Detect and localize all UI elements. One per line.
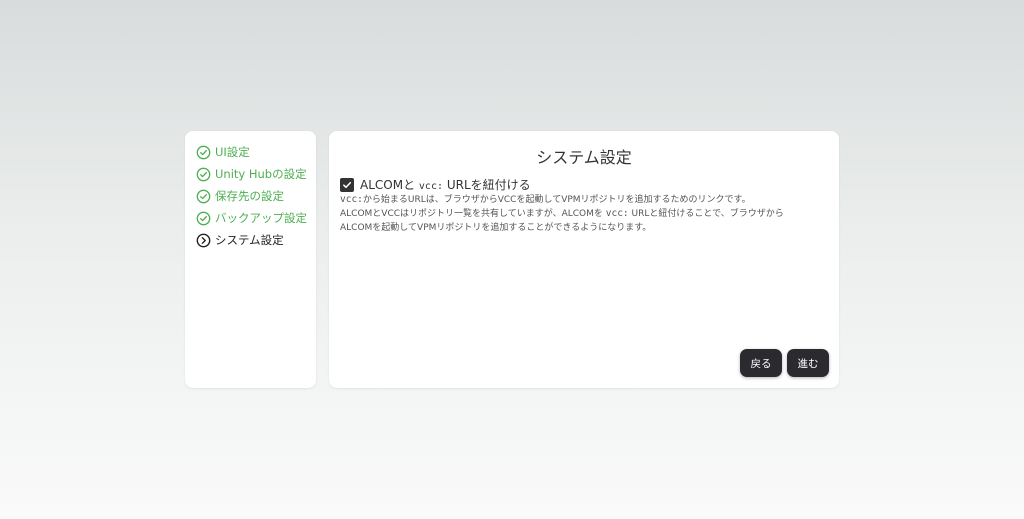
option-label-text-pre: ALCOMと [360, 178, 416, 192]
chevron-right-circle-icon [196, 233, 211, 248]
step-label: バックアップ設定 [215, 211, 307, 225]
step-label: システム設定 [215, 233, 284, 247]
next-button[interactable]: 進む [787, 349, 829, 377]
vcc-url-checkbox[interactable] [340, 177, 354, 192]
step-label: Unity Hubの設定 [215, 167, 307, 181]
vcc-url-option: ALCOMと vcc: URLを紐付ける [340, 176, 531, 193]
option-label-code: vcc: [418, 181, 443, 192]
description-code: vcc: [340, 194, 363, 205]
vcc-url-option-label[interactable]: ALCOMと vcc: URLを紐付ける [360, 176, 531, 193]
step-ui-settings: UI設定 [185, 141, 316, 163]
checkmark-icon [343, 181, 352, 188]
description-code: vcc: [605, 208, 629, 219]
check-circle-icon [196, 211, 211, 226]
description-text: ALCOMとVCCはリポジトリ一覧を共有していますが、ALCOMを [340, 209, 603, 219]
step-label: UI設定 [215, 145, 250, 159]
check-circle-icon [196, 189, 211, 204]
description-line-3: ALCOMを起動してVPMリポジトリを追加することができるようになります。 [340, 223, 652, 233]
description-line-1: vcc:から始まるURLは、ブラウザからVCCを起動してVPMリポジトリを追加す… [340, 193, 830, 207]
description-line-2: ALCOMとVCCはリポジトリ一覧を共有していますが、ALCOMを vcc: U… [340, 207, 830, 221]
step-unity-hub-settings: Unity Hubの設定 [185, 163, 316, 185]
check-circle-icon [196, 167, 211, 182]
check-circle-icon [196, 145, 211, 160]
setup-steps-sidebar: UI設定 Unity Hubの設定 保存先の設定 バックアップ設定 システム設定 [185, 131, 316, 388]
step-save-location-settings: 保存先の設定 [185, 185, 316, 207]
step-backup-settings: バックアップ設定 [185, 207, 316, 229]
description-text: から始まるURLは、ブラウザからVCCを起動してVPMリポジトリを追加するための… [362, 195, 751, 205]
page-title: システム設定 [536, 148, 632, 167]
step-system-settings: システム設定 [185, 229, 316, 251]
description-text: URLと紐付けることで、ブラウザから [631, 209, 784, 219]
step-label: 保存先の設定 [215, 189, 284, 203]
option-description: vcc:から始まるURLは、ブラウザからVCCを起動してVPMリポジトリを追加す… [340, 193, 830, 235]
option-label-text-post: URLを紐付ける [446, 178, 531, 192]
system-settings-panel: システム設定 ALCOMと vcc: URLを紐付ける vcc:から始まるURL… [329, 131, 839, 388]
back-button[interactable]: 戻る [740, 349, 782, 377]
